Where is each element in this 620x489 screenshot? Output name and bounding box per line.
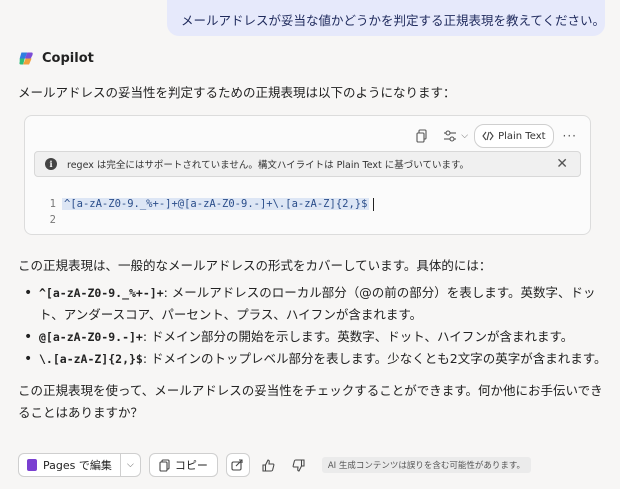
- share-button[interactable]: [225, 453, 250, 477]
- copy-label: コピー: [174, 459, 208, 472]
- ai-disclaimer: AI 生成コンテンツは誤りを含む可能性があります。: [321, 457, 532, 473]
- code-icon: [482, 131, 494, 141]
- user-message-text: メールアドレスが妥当な値かどうかを判定する正規表現を教えてください。: [181, 13, 605, 28]
- close-icon[interactable]: ✕: [556, 156, 568, 172]
- list-item-text: : ドメイン部分の開始を示します。英数字、ドット、ハイフンが含まれます。: [142, 329, 574, 344]
- thumbs-up-icon[interactable]: [258, 454, 280, 476]
- thumbs-down-icon[interactable]: [288, 454, 310, 476]
- assistant-name: Copilot: [42, 51, 94, 66]
- pages-split-button: Pages で編集 ⌵: [18, 453, 141, 477]
- message-action-bar: Pages で編集 ⌵ コピー AI 生成コンテンツは誤りを含む可能性があります…: [18, 453, 532, 477]
- user-message-bubble: メールアドレスが妥当な値かどうかを判定する正規表現を教えてください。: [167, 0, 605, 36]
- copy-icon: [159, 458, 170, 472]
- chevron-down-icon: ⌵: [126, 460, 134, 470]
- assistant-header: Copilot: [18, 50, 94, 67]
- list-item: ^[a-zA-Z0-9._%+-]+: メールアドレスのローカル部分（@の前の部…: [18, 282, 613, 326]
- code-line: 1 ^[a-zA-Z0-9._%+-]+@[a-zA-Z0-9.-]+\.[a-…: [42, 196, 375, 212]
- explanation-list: ^[a-zA-Z0-9._%+-]+: メールアドレスのローカル部分（@の前の部…: [18, 282, 613, 370]
- copy-button[interactable]: コピー: [148, 453, 218, 477]
- line-number: 1: [49, 198, 56, 210]
- inline-code: \.[a-zA-Z]{2,}$: [39, 352, 143, 366]
- more-icon[interactable]: ···: [560, 129, 580, 143]
- settings-sliders-icon[interactable]: [439, 126, 461, 146]
- code-toolbar: ⌵ Plain Text ···: [411, 124, 580, 148]
- copy-code-icon[interactable]: [411, 126, 433, 146]
- copilot-logo-icon: [19, 52, 33, 65]
- edit-in-pages-button[interactable]: Pages で編集: [18, 453, 121, 477]
- chevron-down-icon[interactable]: ⌵: [461, 131, 468, 141]
- edit-in-pages-label: Pages で編集: [43, 459, 112, 472]
- language-label: Plain Text: [498, 130, 546, 142]
- list-item: \.[a-zA-Z]{2,}$: ドメインのトップレベル部分を表します。少なくと…: [18, 348, 613, 370]
- line-number: 2: [49, 214, 56, 226]
- pages-options-dropdown[interactable]: ⌵: [120, 453, 141, 477]
- list-item: @[a-zA-Z0-9.-]+: ドメイン部分の開始を示します。英数字、ドット、…: [18, 326, 613, 348]
- share-icon: [231, 459, 243, 471]
- info-icon: i: [45, 158, 57, 170]
- syntax-notice-text: regex は完全にはサポートされていません。構文ハイライトは Plain Te…: [67, 160, 470, 171]
- inline-code: @[a-zA-Z0-9.-]+: [39, 330, 143, 344]
- pages-icon: [27, 459, 37, 471]
- closing-text: この正規表現を使って、メールアドレスの妥当性をチェックすることができます。何か他…: [18, 383, 603, 420]
- explanation-text: この正規表現は、一般的なメールアドレスの形式をカバーしています。具体的には：: [18, 258, 492, 273]
- syntax-notice-banner: i regex は完全にはサポートされていません。構文ハイライトは Plain …: [34, 151, 581, 177]
- text-caret: [373, 197, 375, 211]
- list-item-text: : ドメインのトップレベル部分を表します。少なくとも2文字の英字が含まれます。: [142, 351, 607, 366]
- inline-code: ^[a-zA-Z0-9._%+-]+: [39, 286, 164, 300]
- assistant-intro: メールアドレスの妥当性を判定するための正規表現は以下のようになります：: [18, 85, 456, 100]
- code-lines: 1 ^[a-zA-Z0-9._%+-]+@[a-zA-Z0-9.-]+\.[a-…: [42, 196, 375, 228]
- language-selector-button[interactable]: Plain Text: [474, 124, 554, 148]
- code-block: ⌵ Plain Text ··· i regex は完全にはサポートされていませ…: [24, 115, 591, 235]
- code-text[interactable]: ^[a-zA-Z0-9._%+-]+@[a-zA-Z0-9.-]+\.[a-zA…: [62, 198, 370, 210]
- code-line: 2: [42, 212, 374, 228]
